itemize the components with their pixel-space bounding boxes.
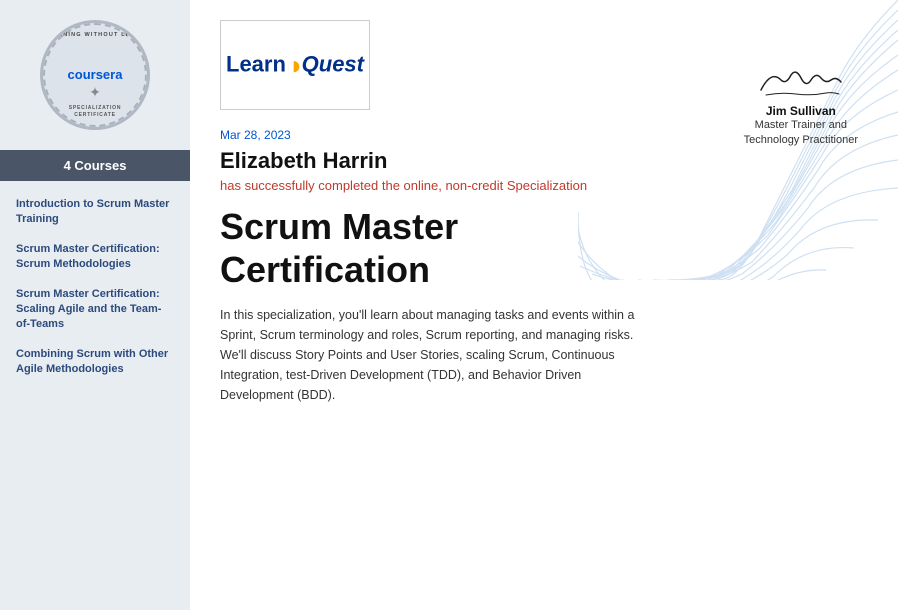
signer-title: Master Trainer and Technology Practition… (744, 118, 858, 149)
signature-area: Jim Sullivan Master Trainer and Technolo… (744, 60, 858, 149)
courses-count-label: 4 Courses (64, 158, 127, 173)
sidebar-course-item-1[interactable]: Introduction to Scrum Master Training (16, 197, 174, 228)
cert-title-line2: Certification (220, 249, 430, 290)
cert-title-line1: Scrum Master (220, 206, 458, 247)
sidebar-course-item-4[interactable]: Combining Scrum with Other Agile Methodo… (16, 347, 174, 378)
badge-circle: LEARNING WITHOUT LIMITS coursera ✦ SPECI… (40, 20, 150, 130)
courses-count-bar: 4 Courses (0, 150, 190, 181)
cert-title: Scrum Master Certification (220, 205, 868, 291)
cert-description: In this specialization, you'll learn abo… (220, 305, 650, 405)
logo-box: Learn◑Quest (220, 20, 370, 110)
logo-highlight: ◑ (286, 50, 302, 80)
signer-title-line2: Technology Practitioner (744, 134, 858, 146)
learnquest-logo: Learn◑Quest (226, 50, 364, 81)
signer-name: Jim Sullivan (744, 104, 858, 118)
signer-title-line1: Master Trainer and (755, 119, 847, 131)
sidebar-courses-list: Introduction to Scrum Master Training Sc… (0, 181, 190, 392)
sidebar-course-item-2[interactable]: Scrum Master Certification: Scrum Method… (16, 242, 174, 273)
sidebar-course-item-3[interactable]: Scrum Master Certification: Scaling Agil… (16, 287, 174, 333)
completion-before: has successfully completed the online, n… (220, 178, 587, 193)
recipient-name: Elizabeth Harrin (220, 148, 868, 174)
badge-area: LEARNING WITHOUT LIMITS coursera ✦ SPECI… (0, 0, 190, 140)
sidebar: LEARNING WITHOUT LIMITS coursera ✦ SPECI… (0, 0, 190, 610)
main-content: Learn◑Quest Mar 28, 2023 Elizabeth Harri… (190, 0, 898, 610)
signature-svg (751, 60, 851, 100)
completion-text: has successfully completed the online, n… (220, 178, 868, 193)
